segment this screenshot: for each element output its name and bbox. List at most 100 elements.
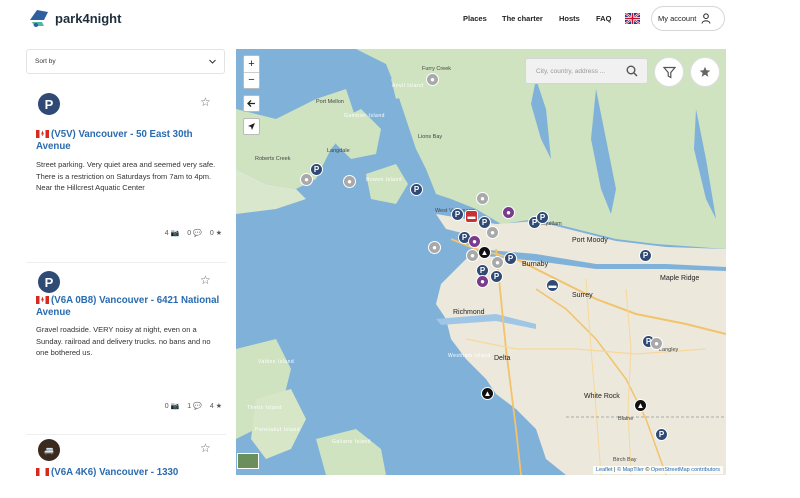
map-marker-user[interactable]: ●: [650, 337, 663, 350]
my-account-button[interactable]: My account: [651, 6, 725, 31]
place-card[interactable]: P ☆ (V6A 0B8) Vancouver - 6421 National …: [26, 263, 226, 435]
logo[interactable]: park4night: [28, 8, 121, 28]
comment-count: 0 💬: [187, 230, 202, 237]
nav-faq[interactable]: FAQ: [596, 14, 611, 23]
map-view[interactable]: + − City, country, address ... Furry Cre…: [236, 49, 726, 475]
comment-icon: 💬: [193, 403, 202, 410]
map-label-langdale: Langdale: [327, 148, 350, 154]
parking-pin-icon: P: [38, 93, 60, 115]
camera-icon: 📷: [170, 230, 180, 237]
map-marker-camping[interactable]: ▲: [634, 399, 647, 412]
sort-by-select[interactable]: Sort by: [26, 49, 225, 74]
place-card[interactable]: 🚐 ☆ (V6A 4K6) Vancouver - 1330: [26, 435, 226, 498]
map-marker-camping[interactable]: ▲: [478, 246, 491, 259]
zoom-control: + −: [243, 55, 260, 89]
map-marker-parking[interactable]: P: [639, 249, 652, 262]
map-marker-service[interactable]: ●: [502, 206, 515, 219]
nav-places[interactable]: Places: [463, 14, 487, 23]
map-label-westham-island: Westham Island: [448, 353, 491, 359]
place-title[interactable]: (V6A 0B8) Vancouver - 6421 National Aven…: [36, 295, 226, 319]
top-header: park4night Places The charter Hosts FAQ …: [0, 0, 800, 40]
logo-text: park4night: [55, 10, 122, 26]
map-marker-user[interactable]: ●: [476, 192, 489, 205]
map-marker-user[interactable]: ●: [426, 73, 439, 86]
star-icon: [699, 66, 711, 77]
map-marker-user[interactable]: ●: [343, 175, 356, 188]
place-title[interactable]: (V5V) Vancouver - 50 East 30th Avenue: [36, 129, 226, 153]
logo-icon: [30, 10, 48, 27]
map-label-valdes-island: Valdes Island: [258, 359, 295, 365]
place-description: Street parking. Very quiet area and seem…: [36, 160, 216, 192]
filter-icon: [662, 66, 676, 79]
uk-flag-icon[interactable]: [625, 13, 640, 24]
place-title[interactable]: (V6A 4K6) Vancouver - 1330: [36, 467, 226, 479]
map-search-placeholder: City, country, address ...: [536, 68, 606, 75]
place-card[interactable]: P ☆ (V5V) Vancouver - 50 East 30th Avenu…: [26, 85, 226, 263]
favorite-star-icon[interactable]: ☆: [200, 95, 211, 109]
canada-flag-icon: [36, 130, 49, 138]
satellite-layer-toggle[interactable]: [237, 453, 259, 469]
map-marker-user[interactable]: ●: [428, 241, 441, 254]
map-marker-service[interactable]: ●: [468, 235, 481, 248]
comment-icon: 💬: [193, 230, 202, 237]
map-search-input[interactable]: City, country, address ...: [525, 58, 648, 84]
parking-pin-icon: P: [38, 271, 60, 293]
map-marker-service[interactable]: ●: [476, 275, 489, 288]
photo-count: 4 📷: [164, 230, 180, 237]
favorites-button[interactable]: [690, 57, 720, 87]
map-marker-parking[interactable]: P: [451, 208, 464, 221]
map-label-blaine: Blaine: [618, 416, 634, 422]
comment-count: 1 💬: [187, 403, 202, 410]
map-label-richmond: Richmond: [453, 309, 485, 316]
map-label-port-mellon: Port Mellon: [316, 99, 344, 105]
map-label-birch-bay: Birch Bay: [613, 457, 637, 463]
map-label-galiano-island: Galiano Island: [332, 439, 371, 445]
map-marker-parking[interactable]: P: [504, 252, 517, 265]
maptiler-link[interactable]: © MapTiler: [617, 467, 644, 473]
map-marker-campervan[interactable]: ▬: [546, 279, 559, 292]
arrow-left-icon: [247, 100, 255, 107]
leaflet-link[interactable]: Leaflet: [596, 467, 613, 473]
osm-link[interactable]: OpenStreetMap contributors: [651, 467, 720, 473]
map-marker-user[interactable]: ●: [466, 249, 479, 262]
map-marker-parking[interactable]: P: [655, 428, 668, 441]
canada-flag-icon: [36, 468, 49, 476]
map-marker-campervan[interactable]: ▬: [465, 210, 478, 223]
nav-hosts[interactable]: Hosts: [559, 14, 580, 23]
van-pin-icon: 🚐: [38, 439, 60, 461]
filter-button[interactable]: [654, 57, 684, 87]
map-marker-parking[interactable]: P: [310, 163, 323, 176]
map-label-langley: Langley: [659, 347, 679, 353]
zoom-in-button[interactable]: +: [248, 56, 254, 72]
map-label-port-moody: Port Moody: [572, 237, 608, 244]
place-description: Gravel roadside. VERY noisy at night, ev…: [36, 325, 211, 357]
locate-me-button[interactable]: [243, 118, 260, 135]
zoom-out-button[interactable]: −: [244, 72, 259, 88]
map-label-lions-bay: Lions Bay: [418, 134, 443, 140]
back-button[interactable]: [243, 95, 260, 112]
map-label-maple-ridge: Maple Ridge: [660, 275, 700, 282]
map-marker-user[interactable]: ●: [300, 173, 313, 186]
map-label-burnaby: Burnaby: [522, 261, 549, 268]
location-arrow-icon: [248, 123, 255, 130]
map-marker-user[interactable]: ●: [486, 226, 499, 239]
canada-flag-icon: [36, 296, 49, 304]
map-marker-parking[interactable]: P: [490, 270, 503, 283]
map-marker-user[interactable]: ●: [491, 256, 504, 269]
map-marker-camping[interactable]: ▲: [481, 387, 494, 400]
place-stats: 4 📷 0 💬 0 ★: [146, 229, 222, 237]
map-marker-parking[interactable]: P: [536, 211, 549, 224]
rating-count: 4 ★: [209, 403, 222, 410]
map-marker-parking[interactable]: P: [410, 183, 423, 196]
user-icon: [701, 13, 711, 24]
map-label-bowen-island: Bowen Island: [366, 177, 403, 183]
favorite-star-icon[interactable]: ☆: [200, 273, 211, 287]
map-label-roberts-creek: Roberts Creek: [255, 156, 291, 162]
map-label-gambier-island: Gambier Island: [344, 113, 385, 119]
nav-charter[interactable]: The charter: [502, 14, 543, 23]
favorite-star-icon[interactable]: ☆: [200, 441, 211, 455]
places-list: Sort by P ☆ (V5V) Vancouver - 50 East 30…: [26, 49, 226, 498]
place-stats: 0 📷 1 💬 4 ★: [146, 402, 222, 410]
photo-count: 0 📷: [164, 403, 180, 410]
rating-star-icon: ★: [215, 230, 222, 237]
